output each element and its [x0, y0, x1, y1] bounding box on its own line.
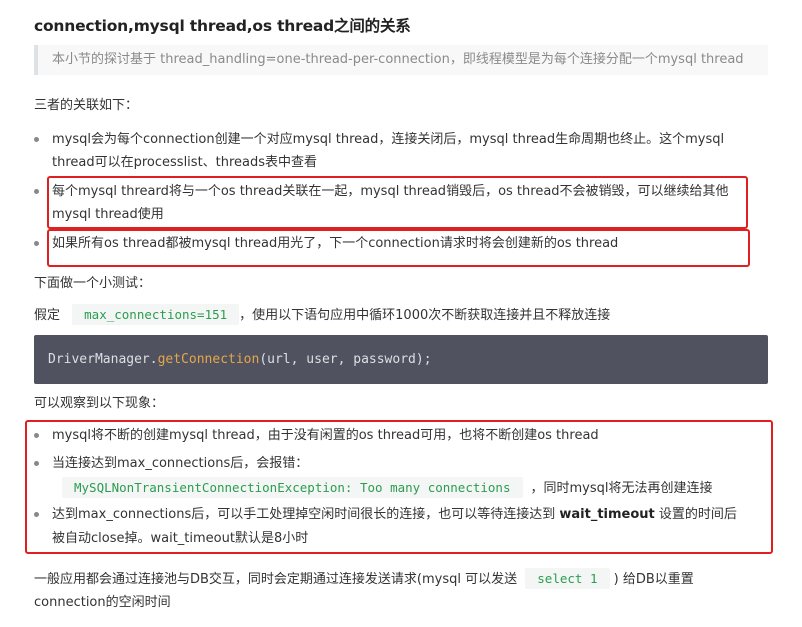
blockquote-note: 本小节的探讨基于 thread_handling=one-thread-per-…: [34, 45, 768, 75]
test-line-suffix: ，使用以下语句应用中循环1000次不断获取连接并且不释放连接: [239, 308, 611, 323]
highlight-box-item2: [47, 176, 748, 229]
observe-heading: 可以观察到以下现象：: [34, 396, 165, 411]
bullet-dot: [34, 189, 39, 194]
bullet-dot: [34, 137, 39, 142]
footer-line1: 一般应用都会通过连接池与DB交互，同时会定期通过连接发送请求(mysql 可以发…: [34, 568, 694, 591]
test-line-prefix: 假定: [34, 308, 61, 323]
highlight-box-item3: [47, 229, 750, 267]
inline-code-select: select 1: [525, 568, 610, 589]
relation-heading: 三者的关联如下：: [34, 98, 139, 113]
inline-code-max-connections: max_connections=151: [72, 304, 240, 325]
highlight-box-observations: [25, 420, 773, 554]
code-block: DriverManager.getConnection(url, user, p…: [34, 335, 768, 384]
code-function: getConnection: [157, 352, 260, 367]
test-line: 假定 max_connections=151 ，使用以下语句应用中循环1000次不…: [34, 304, 610, 327]
test-heading: 下面做一个小测试：: [34, 276, 152, 291]
footer-line2: connection的空闲时间: [34, 595, 171, 610]
code-object: DriverManager.: [48, 352, 158, 367]
footer-suffix: ) 给DB以重置: [613, 572, 694, 587]
list-item-text-line2: thread可以在processlist、threads表中查看: [52, 155, 318, 170]
footer-prefix: 一般应用都会通过连接池与DB交互，同时会定期通过连接发送请求(mysql 可以发…: [34, 572, 518, 587]
section-title: connection,mysql thread,os thread之间的关系: [34, 17, 411, 35]
list-item-text-line1: mysql会为每个connection创建一个对应mysql thread，连接…: [52, 132, 725, 147]
bullet-dot: [34, 241, 39, 246]
code-args: (url, user, password);: [259, 352, 432, 367]
